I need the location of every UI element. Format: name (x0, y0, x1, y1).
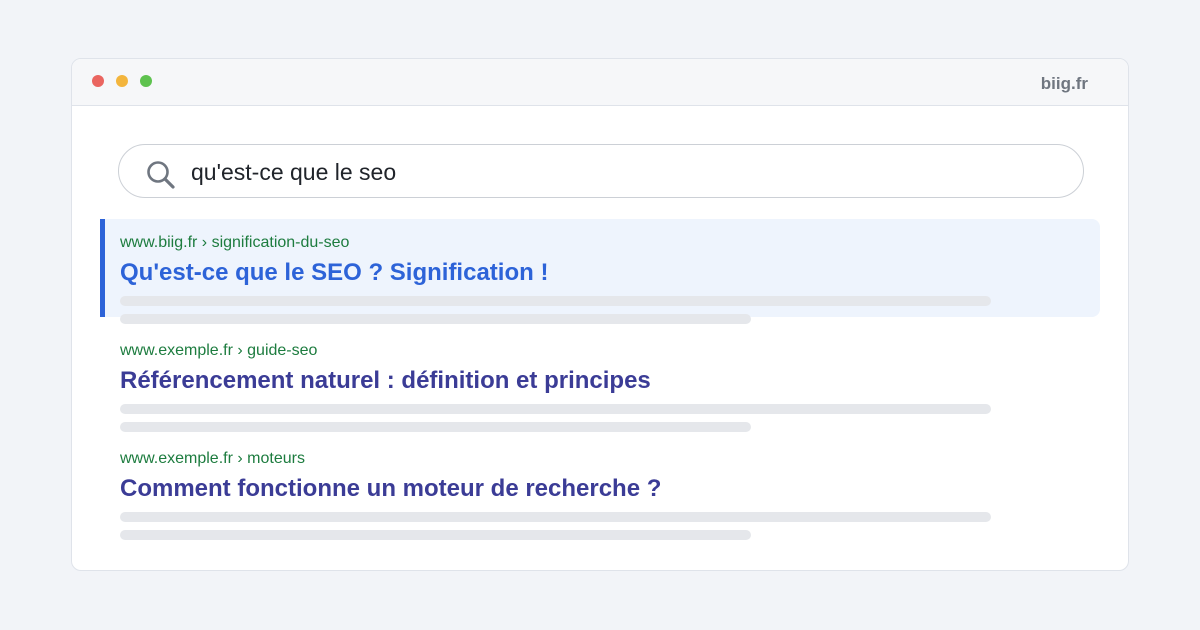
search-query[interactable]: qu'est-ce que le seo (191, 159, 396, 185)
result-title[interactable]: Comment fonctionne un moteur de recherch… (120, 475, 661, 503)
result-snippet-line (120, 422, 751, 432)
close-dot[interactable] (92, 75, 104, 87)
browser-window: biig.fr qu'est-ce que le seo www.biig.fr… (71, 58, 1129, 571)
result-snippet-line (120, 404, 991, 414)
search-result-2[interactable]: www.exemple.fr › guide-seo Référencement… (100, 327, 1100, 432)
result-url[interactable]: www.exemple.fr › moteurs (120, 450, 305, 468)
window-titlebar: biig.fr (72, 59, 1128, 106)
result-snippet-line (120, 512, 991, 522)
search-input[interactable]: qu'est-ce que le seo (118, 144, 1084, 198)
result-title[interactable]: Qu'est-ce que le SEO ? Signification ! (120, 259, 548, 287)
result-url[interactable]: www.exemple.fr › guide-seo (120, 342, 317, 360)
result-snippet-line (120, 314, 751, 324)
site-label: biig.fr (1040, 74, 1088, 93)
maximize-dot[interactable] (140, 75, 152, 87)
result-title[interactable]: Référencement naturel : définition et pr… (120, 367, 651, 395)
result-url[interactable]: www.biig.fr › signification-du-seo (120, 234, 349, 252)
result-snippet-line (120, 296, 991, 306)
search-result-3[interactable]: www.exemple.fr › moteurs Comment fonctio… (100, 435, 1100, 540)
minimize-dot[interactable] (116, 75, 128, 87)
search-result-1[interactable]: www.biig.fr › signification-du-seo Qu'es… (100, 219, 1100, 324)
search-icon (145, 159, 177, 191)
result-snippet-line (120, 530, 751, 540)
